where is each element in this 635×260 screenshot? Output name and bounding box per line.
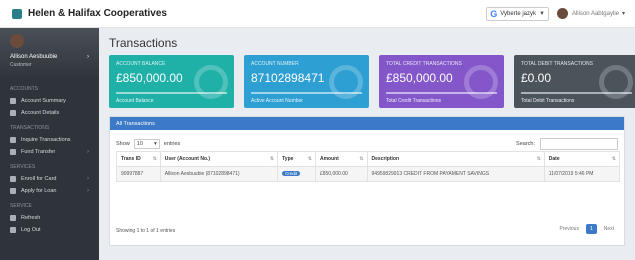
chevron-right-icon: › <box>87 149 89 155</box>
chevron-right-icon: › <box>87 176 89 182</box>
sidebar-section-title: TRANSACTIONS <box>10 125 50 131</box>
table-info: Showing 1 to 1 of 1 entries <box>116 228 176 234</box>
sidebar-item-fund-transfer[interactable]: Fund Transfer › <box>0 146 99 158</box>
column-header-type[interactable]: Type ⇅ <box>277 151 316 167</box>
sidebar-item-enroll-card[interactable]: Enroll for Card › <box>0 173 99 185</box>
entries-select[interactable]: 10 ▾ <box>133 139 160 149</box>
chevron-down-icon: ▾ <box>621 11 625 17</box>
transactions-icon <box>10 137 16 143</box>
sidebar-item-account-summary[interactable]: Account Summary <box>0 95 99 107</box>
transfer-icon <box>10 149 16 155</box>
brand-logo-icon <box>12 8 22 19</box>
language-selector[interactable]: G Vyberte jazyk ▼ <box>486 6 549 21</box>
sidebar-item-label: Fund Transfer <box>21 149 56 155</box>
language-label: Vyberte jazyk <box>500 10 536 17</box>
arrow-up-icon <box>464 65 498 99</box>
sidebar-item-label: Apply for Loan <box>21 188 57 194</box>
sidebar: Allison Aesbuubie › Customer ACCOUNTS Ac… <box>0 28 99 260</box>
logout-icon <box>10 227 16 233</box>
stat-card-footer: Total Credit Transactions <box>386 98 442 104</box>
avatar <box>556 8 568 19</box>
cell-description: 94959829913 CREDIT FROM PAYAMENT SAVINGS <box>366 166 545 182</box>
sidebar-item-inquire-transactions[interactable]: Inquire Transactions <box>0 134 99 146</box>
stat-card-footer: Active Account Number <box>251 98 303 104</box>
sidebar-item-label: Account Summary <box>21 98 66 104</box>
stat-card-footer: Total Debit Transactions <box>521 98 575 104</box>
google-icon: G <box>490 8 498 19</box>
chevron-right-icon: › <box>87 188 89 194</box>
cell-amount: £850,000.00 <box>314 166 368 182</box>
stat-card-balance: ACCOUNT BALANCE £850,000.00 Account Bala… <box>109 55 234 108</box>
user-menu[interactable]: Allison Aabtgaylie ▾ <box>556 8 625 19</box>
arrow-down-icon <box>599 65 633 99</box>
search-box: Search: <box>516 138 618 150</box>
chevron-down-icon: ▼ <box>539 10 545 17</box>
sidebar-item-label: Refresh <box>21 215 41 221</box>
sidebar-item-label: Log Out <box>21 227 41 233</box>
type-badge: Credit <box>282 171 301 176</box>
profile-name: Allison Aesbuubie <box>10 54 58 60</box>
list-icon <box>10 110 16 116</box>
transactions-table: Trans ID ⇅ User (Account No.) ⇅ Type ⇅ Amou… <box>116 151 621 182</box>
panel-title: All Transactions <box>110 117 624 130</box>
pagination: Previous 1 Next <box>555 224 618 234</box>
sidebar-item-label: Account Details <box>21 110 60 116</box>
stat-card-footer: Account Balance <box>116 98 154 104</box>
sidebar-profile: Allison Aesbuubie › Customer <box>0 28 99 80</box>
top-navbar: Helen & Halifax Cooperatives G Vyberte j… <box>0 0 635 28</box>
sidebar-item-refresh[interactable]: Refresh <box>0 212 99 224</box>
column-header-amount[interactable]: Amount ⇅ <box>314 151 368 167</box>
transactions-panel: All Transactions Show 10 ▾ entries Searc… <box>109 116 625 246</box>
money-icon <box>194 65 228 99</box>
profile-role: Customer <box>10 62 32 68</box>
sidebar-item-label: Enroll for Card <box>21 176 57 182</box>
chevron-right-icon: › <box>87 54 89 60</box>
sidebar-item-apply-loan[interactable]: Apply for Loan › <box>0 185 99 197</box>
refresh-icon <box>10 215 16 221</box>
show-label: Show <box>116 141 130 147</box>
card-icon <box>10 176 16 182</box>
pagination-page[interactable]: 1 <box>585 224 597 234</box>
dashboard-icon <box>10 98 16 104</box>
chevron-down-icon: ▾ <box>154 141 157 147</box>
profile-name-row[interactable]: Allison Aesbuubie › <box>10 54 89 60</box>
column-header-description[interactable]: Description ⇅ <box>366 151 545 167</box>
stat-card-credit: TOTAL CREDIT TRANSACTIONS £850,000.00 To… <box>379 55 504 108</box>
table-row: 90997887 Allison Aesbuubie (87102898471)… <box>116 166 621 182</box>
pagination-prev[interactable]: Previous <box>555 224 582 234</box>
sidebar-item-account-details[interactable]: Account Details <box>0 107 99 119</box>
stat-card-account-number: ACCOUNT NUMBER 87102898471 Active Accoun… <box>244 55 369 108</box>
stat-card-debit: TOTAL DEBIT TRANSACTIONS £0.00 Total Deb… <box>514 55 635 108</box>
page-title: Transactions <box>109 36 178 50</box>
sidebar-section-title: SERVICES <box>10 164 36 170</box>
column-header-date[interactable]: Date ⇅ <box>543 151 621 167</box>
main-content: Transactions ACCOUNT BALANCE £850,000.00… <box>99 28 635 260</box>
sidebar-section-title: ACCOUNTS <box>10 86 39 92</box>
app-title: Helen & Halifax Cooperatives <box>28 8 167 19</box>
sidebar-item-label: Inquire Transactions <box>21 137 71 143</box>
cell-date: 11/07/2019 5:46 PM <box>543 166 621 182</box>
brand[interactable]: Helen & Halifax Cooperatives <box>0 8 260 19</box>
account-icon <box>329 65 363 99</box>
column-header-trans-id[interactable]: Trans ID ⇅ <box>116 151 161 167</box>
cell-user: Allison Aesbuubie (87102898471) <box>159 166 279 182</box>
entries-label: entries <box>163 141 181 147</box>
search-label: Search: <box>516 141 535 147</box>
sidebar-section-title: SERVICE <box>10 203 32 209</box>
stat-cards: ACCOUNT BALANCE £850,000.00 Account Bala… <box>109 55 635 108</box>
loan-icon <box>10 188 16 194</box>
cell-type: Credit <box>277 166 316 182</box>
sidebar-item-logout[interactable]: Log Out <box>0 224 99 236</box>
pagination-next[interactable]: Next <box>600 224 618 234</box>
search-input[interactable] <box>540 138 618 150</box>
avatar <box>10 34 24 48</box>
cell-trans-id: 90997887 <box>116 166 161 182</box>
user-name: Allison Aabtgaylie <box>571 10 619 17</box>
entries-value: 10 <box>136 141 143 147</box>
column-header-user[interactable]: User (Account No.) ⇅ <box>159 151 279 167</box>
